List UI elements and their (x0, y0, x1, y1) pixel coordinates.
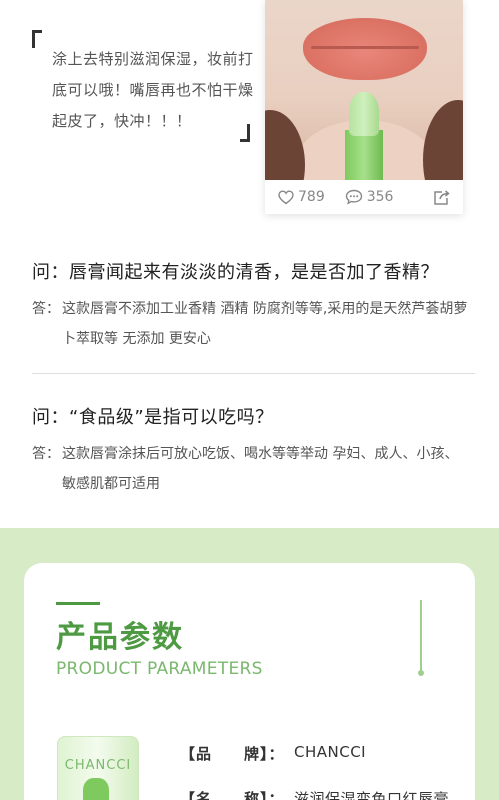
param-label: 【品 牌】： (180, 745, 285, 763)
answer-1: 答： 这款唇膏不添加工业香精 酒精 防腐剂等等,采用的是天然芦荟胡萝卜萃取等 无… (32, 294, 472, 354)
heart-icon (278, 189, 294, 204)
comment-icon (345, 189, 362, 205)
quote-close-mark (240, 124, 250, 142)
parameters-subtitle: PRODUCT PARAMETERS (56, 659, 263, 679)
product-brand-text: CHANCCI (64, 758, 132, 773)
answer-1-prefix: 答： (32, 301, 60, 317)
param-row-name: 【名 称】： 滋润保湿变色口红唇膏 (180, 788, 449, 800)
decorative-vertical-line (420, 600, 422, 672)
lips-image (303, 18, 427, 80)
parameters-title: 产品参数 (56, 620, 184, 655)
quote-open-mark (32, 30, 42, 48)
review-photo (265, 0, 463, 180)
param-value: CHANCCI (294, 743, 367, 761)
param-value: 滋润保湿变色口红唇膏 (294, 790, 450, 800)
answer-1-text: 这款唇膏不添加工业香精 酒精 防腐剂等等,采用的是天然芦荟胡萝卜萃取等 无添加 … (62, 301, 468, 347)
lip-balm-image (349, 92, 379, 136)
qa-divider (32, 373, 475, 374)
comment-button[interactable]: 356 (345, 189, 394, 205)
comment-count: 356 (366, 189, 394, 205)
like-button[interactable]: 789 (278, 189, 325, 205)
title-accent-bar (56, 602, 100, 605)
question-1: 问：唇膏闻起来有淡淡的清香，是是否加了香精？ (32, 262, 439, 283)
review-text: 涂上去特别滋润保湿，妆前打底可以哦！嘴唇再也不怕干燥起皮了，快冲！！！ (52, 50, 254, 130)
share-button[interactable] (433, 189, 451, 210)
product-image: CHANCCI (57, 736, 139, 800)
review-photo-card: 789 356 (265, 0, 463, 214)
decorative-dot (418, 670, 424, 676)
answer-2-prefix: 答： (32, 446, 60, 462)
param-row-brand: 【品 牌】： CHANCCI (180, 743, 366, 764)
like-count: 789 (298, 189, 325, 205)
review-stats: 789 356 (265, 180, 463, 214)
question-2: 问：“食品级”是指可以吃吗？ (32, 407, 274, 428)
param-label: 【名 称】： (180, 790, 285, 800)
answer-2-text: 这款唇膏涂抹后可放心吃饭、喝水等等举动 孕妇、成人、小孩、敏感肌都可适用 (62, 446, 459, 492)
answer-2: 答： 这款唇膏涂抹后可放心吃饭、喝水等等举动 孕妇、成人、小孩、敏感肌都可适用 (32, 439, 472, 499)
share-icon (434, 190, 450, 205)
